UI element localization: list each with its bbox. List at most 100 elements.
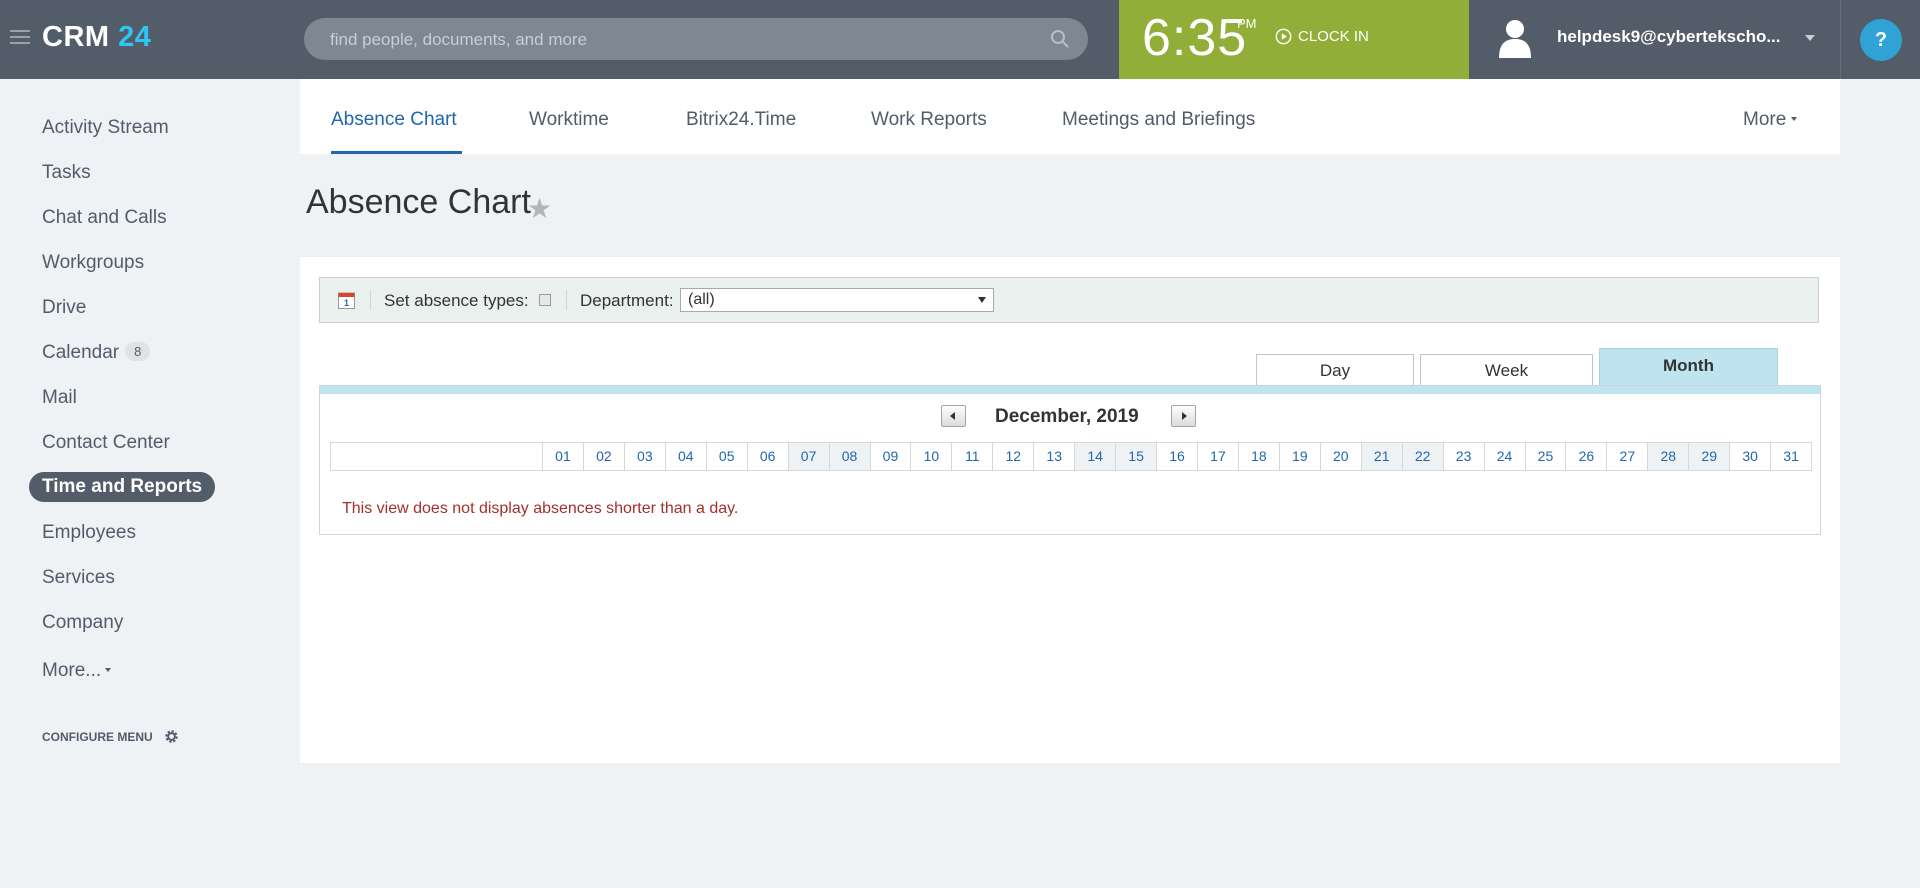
clock-widget[interactable]: 6:35 PM CLOCK IN [1119,0,1469,79]
day-header-cell[interactable]: 31 [1771,443,1811,470]
sidebar-item-contact-center[interactable]: Contact Center [42,432,170,454]
day-header-cell[interactable]: 22 [1402,443,1444,470]
day-header-cell[interactable]: 08 [829,443,871,470]
day-header-cell[interactable]: 27 [1607,443,1649,470]
day-header-cell[interactable]: 28 [1648,443,1690,470]
tab-more[interactable]: More [1743,109,1798,131]
day-header-cell[interactable]: 19 [1280,443,1321,470]
day-header-cell[interactable]: 10 [911,443,953,470]
department-label: Department: [580,291,674,310]
day-header-row: 01 02 03 04 05 06 07 08 09 10 11 12 13 14 15 16 17 18 19 20… [330,442,1812,471]
department-select-value: (all) [688,291,715,308]
set-absence-types-checkbox[interactable] [539,294,551,306]
user-email[interactable]: helpdesk9@cybertekscho... [1557,27,1789,47]
day-header-cell[interactable]: 07 [788,443,830,470]
department-select[interactable]: (all) [680,288,994,312]
svg-text:1: 1 [344,298,349,308]
day-header-cell[interactable]: 26 [1566,443,1608,470]
day-header-cell[interactable]: 15 [1116,443,1158,470]
sidebar-item-more[interactable]: More... [42,660,112,682]
calendar-icon[interactable]: 1 [338,291,355,309]
day-header-cell[interactable]: 04 [666,443,707,470]
day-header-cell[interactable]: 11 [952,443,994,470]
play-circle-icon [1275,28,1292,45]
header-divider [1840,0,1841,79]
day-header-cell[interactable]: 17 [1198,443,1239,470]
search-input[interactable] [328,18,1032,62]
day-header-cell[interactable]: 24 [1485,443,1526,470]
tab-bitrix24-time[interactable]: Bitrix24.Time [686,109,796,131]
day-header-cell[interactable]: 20 [1321,443,1362,470]
day-header-cell[interactable]: 09 [871,443,912,470]
day-header-cell[interactable]: 12 [993,443,1035,470]
tab-more-label: More [1743,109,1787,130]
day-header-cell[interactable]: 13 [1034,443,1076,470]
favorite-star-icon[interactable]: ★ [527,192,552,225]
toolbar-divider [370,290,371,310]
search-bar [304,18,1088,62]
configure-menu-label: CONFIGURE MENU [42,729,153,744]
toolbar-divider [566,290,567,310]
chevron-down-icon [1791,117,1798,121]
day-header-cell[interactable]: 14 [1075,443,1117,470]
previous-month-button[interactable] [941,405,966,427]
top-header: CRM 24 6:35 PM CLOCK IN helpdesk9@cybert… [0,0,1920,79]
day-header-cell[interactable]: 25 [1526,443,1567,470]
view-tab-week[interactable]: Week [1420,354,1593,385]
employee-column-header [331,443,543,470]
calendar-top-bar [320,386,1820,394]
search-icon[interactable] [1050,29,1070,49]
user-avatar-icon [1499,20,1531,58]
sidebar-item-time-and-reports[interactable]: Time and Reports [29,472,216,502]
short-absence-notice: This view does not display absences shor… [342,500,739,517]
logo[interactable]: CRM 24 [42,21,151,54]
next-month-button[interactable] [1171,405,1196,427]
user-menu[interactable]: helpdesk9@cybertekscho... [1469,0,1840,79]
month-label: December, 2019 [995,406,1139,427]
day-header-cell[interactable]: 30 [1730,443,1772,470]
sidebar-item-drive[interactable]: Drive [42,297,86,319]
sidebar-item-workgroups[interactable]: Workgroups [42,252,144,274]
day-header-cell[interactable]: 06 [748,443,789,470]
day-header-cell[interactable]: 29 [1689,443,1731,470]
gear-icon [164,730,178,743]
day-header-cell[interactable]: 18 [1239,443,1280,470]
month-calendar: December, 2019 01 02 03 04 05 06 07 08 09 10 11 12 1… [319,385,1821,535]
view-tab-day[interactable]: Day [1256,354,1414,385]
section-tabs: Absence Chart Worktime Bitrix24.Time Wor… [300,79,1840,154]
tab-meetings-and-briefings[interactable]: Meetings and Briefings [1062,109,1255,131]
clock-in-label: CLOCK IN [1298,28,1369,45]
day-header-cell[interactable]: 16 [1157,443,1198,470]
user-menu-chevron-down-icon[interactable] [1805,35,1815,41]
sidebar-item-company[interactable]: Company [42,612,123,634]
day-header-cell[interactable]: 21 [1361,443,1403,470]
calendar-count-badge: 8 [125,342,151,361]
sidebar-item-chat-and-calls[interactable]: Chat and Calls [42,207,167,229]
tab-work-reports[interactable]: Work Reports [871,109,987,131]
hamburger-menu-icon[interactable] [10,30,30,46]
day-header-cell[interactable]: 03 [625,443,666,470]
tab-worktime[interactable]: Worktime [529,109,609,131]
configure-menu-button[interactable]: CONFIGURE MENU [42,728,180,745]
clock-time: 6:35 [1142,9,1248,67]
page-title: Absence Chart [306,183,531,221]
view-tab-month[interactable]: Month [1599,348,1778,385]
help-button[interactable]: ? [1860,19,1902,61]
sidebar-item-calendar[interactable]: Calendar 8 [42,342,151,364]
absence-chart-panel: 1 Set absence types: Department: (all) D… [300,257,1840,763]
logo-number: 24 [118,21,152,53]
sidebar-item-label: More... [42,660,102,681]
sidebar-item-mail[interactable]: Mail [42,387,77,409]
tab-absence-chart[interactable]: Absence Chart [331,109,457,131]
sidebar-item-employees[interactable]: Employees [42,522,136,544]
sidebar-item-label: Calendar [42,342,120,363]
sidebar-item-activity-stream[interactable]: Activity Stream [42,117,169,139]
day-header-cell[interactable]: 23 [1444,443,1485,470]
sidebar-item-tasks[interactable]: Tasks [42,162,91,184]
sidebar-item-services[interactable]: Services [42,567,115,589]
clock-in-button[interactable]: CLOCK IN [1275,28,1369,45]
chevron-down-icon [105,668,112,672]
day-header-cell[interactable]: 05 [707,443,748,470]
day-header-cell[interactable]: 02 [584,443,625,470]
day-header-cell[interactable]: 01 [543,443,584,470]
